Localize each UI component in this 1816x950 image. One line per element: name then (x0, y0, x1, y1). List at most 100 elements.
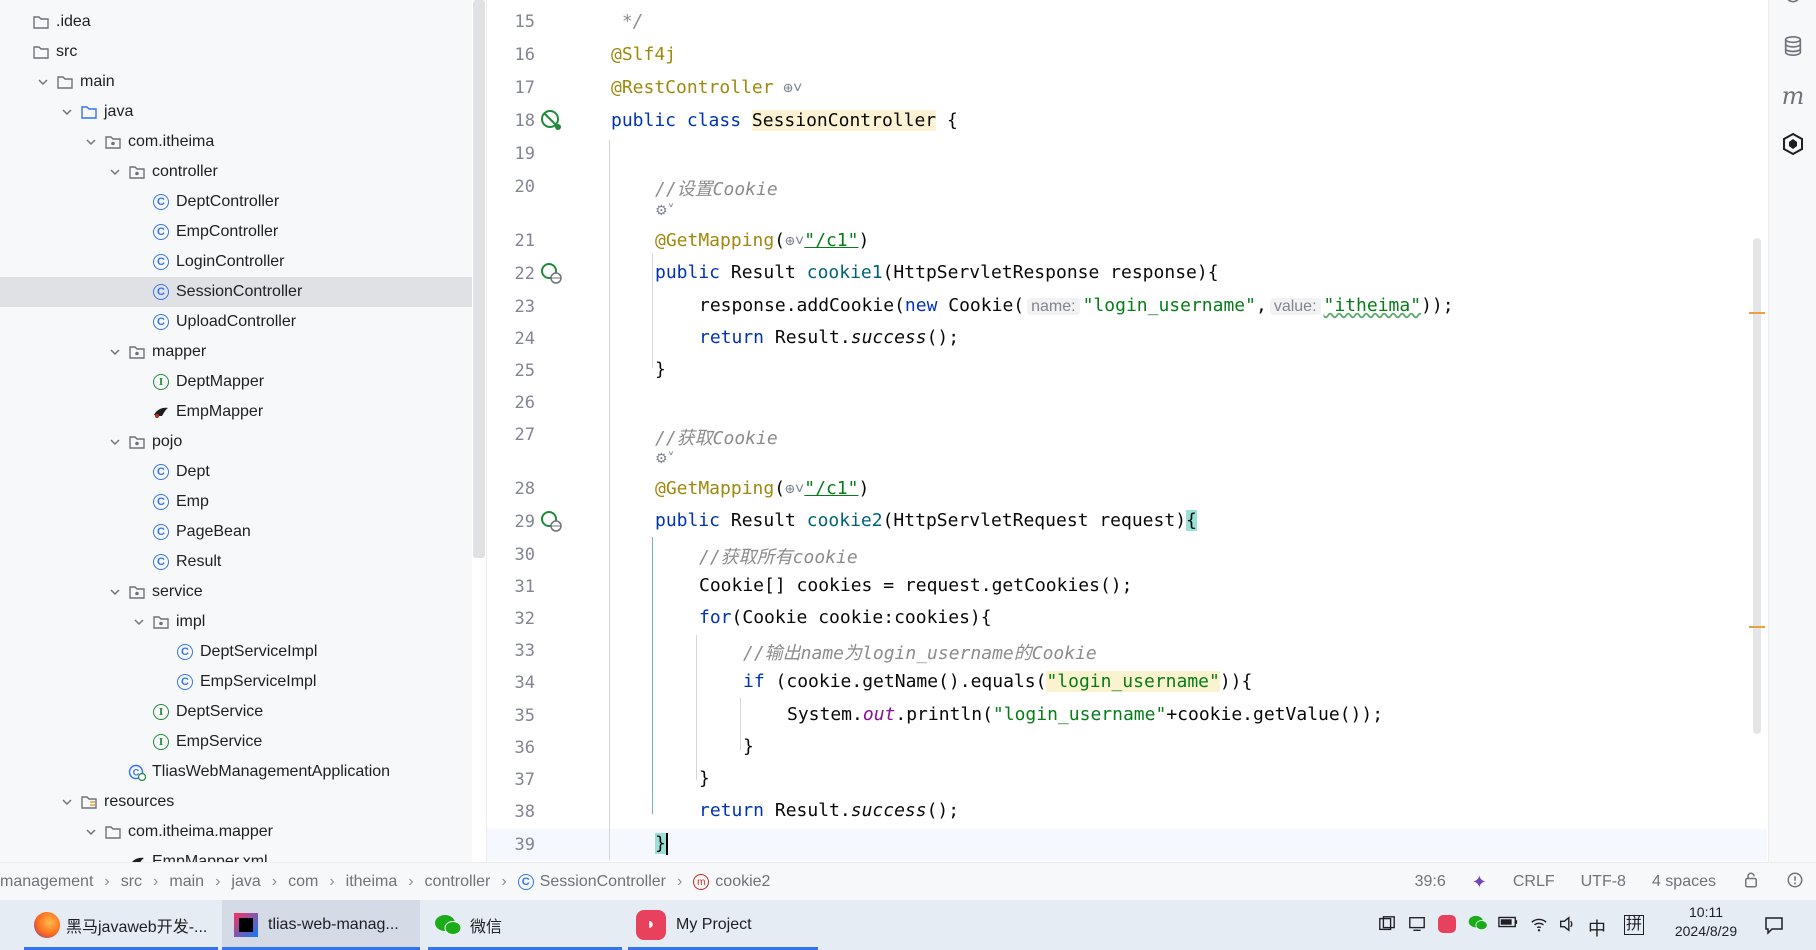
string-literal[interactable]: "/c1" (804, 230, 858, 251)
file-encoding[interactable]: UTF-8 (1581, 873, 1626, 891)
notification-center-icon[interactable] (1764, 915, 1784, 940)
chevron-down-icon[interactable] (84, 825, 98, 839)
volume-icon[interactable] (1558, 915, 1576, 938)
tree-item-pojo[interactable]: pojo (0, 427, 472, 457)
chevron-down-icon[interactable] (60, 795, 74, 809)
code-line: //输出name为login_username的Cookie (743, 643, 1097, 664)
tree-item-java[interactable]: java (0, 97, 472, 127)
tree-item-logincontroller[interactable]: C LoginController (0, 247, 472, 277)
wechat-tray-icon[interactable] (1468, 915, 1488, 936)
tree-item-mapper[interactable]: mapper (0, 337, 472, 367)
breadcrumb-item[interactable]: C SessionController (517, 873, 666, 891)
right-tool-window-bar: m (1768, 0, 1816, 862)
project-tree-scrollbar[interactable] (473, 0, 485, 558)
tree-item-deptservice[interactable]: I DeptService (0, 697, 472, 727)
tree-item--idea[interactable]: .idea (0, 7, 472, 37)
warning-marker[interactable] (1749, 312, 1765, 314)
tree-item-pagebean[interactable]: C PageBean (0, 517, 472, 547)
chevron-down-icon[interactable] (36, 75, 50, 89)
tree-item-empservice[interactable]: I EmpService (0, 727, 472, 757)
breadcrumb-item[interactable]: controller (425, 873, 491, 891)
warning-marker[interactable] (1749, 626, 1765, 628)
tree-item-deptserviceimpl[interactable]: C DeptServiceImpl (0, 637, 472, 667)
chevron-down-icon[interactable] (132, 615, 146, 629)
line-number: 21 (514, 231, 535, 251)
tree-item-uploadcontroller[interactable]: C UploadController (0, 307, 472, 337)
taskbar-app-intellij[interactable]: tlias-web-manag... (222, 900, 420, 950)
code-line: @GetMapping(⊕˅"/c1") (655, 230, 869, 251)
tree-item-main[interactable]: main (0, 67, 472, 97)
tree-item-label: EmpService (176, 733, 263, 750)
wifi-icon[interactable] (1530, 915, 1548, 938)
code-editor[interactable]: 15 */ 16 @Slf4j 17 @RestController ⊕˅ 18… (487, 0, 1767, 862)
tree-item-resources[interactable]: resources (0, 787, 472, 817)
endpoint-gutter-icon[interactable] (539, 261, 563, 285)
tree-item-dept[interactable]: C Dept (0, 457, 472, 487)
chevron-down-icon[interactable] (60, 105, 74, 119)
code-text: ( (774, 478, 786, 499)
tree-item-com-itheima[interactable]: com.itheima (0, 127, 472, 157)
taskbar-app-myproject[interactable]: ◗ My Project (628, 900, 818, 950)
battery-icon[interactable] (1498, 915, 1518, 934)
ime-mode-indicator[interactable]: 拼 (1624, 915, 1644, 935)
tree-item-tliaswebmanagementapplication[interactable]: C TliasWebManagementApplication (0, 757, 472, 787)
lock-icon[interactable] (1742, 871, 1760, 894)
clock[interactable]: 10:11 2024/8/29 (1664, 904, 1748, 939)
breadcrumb-item[interactable]: m cookie2 (693, 873, 770, 891)
taskbar-app-wechat[interactable]: 微信 (428, 900, 622, 950)
spring-bean-gutter-icon[interactable] (539, 108, 563, 132)
breadcrumb-item[interactable]: src (121, 873, 142, 891)
web-endpoint-icon[interactable]: ⊕˅ (774, 78, 802, 97)
ai-status-icon[interactable]: ✦ (1472, 872, 1487, 893)
chevron-down-icon[interactable] (108, 345, 122, 359)
tree-item-emp[interactable]: C Emp (0, 487, 472, 517)
ai-assistant-icon[interactable] (1781, 132, 1805, 156)
breadcrumb-item[interactable]: java (231, 873, 260, 891)
inspections-icon[interactable] (1786, 871, 1804, 894)
tree-item-label: Result (176, 553, 222, 570)
string-literal[interactable]: "/c1" (804, 478, 858, 499)
code-line: public Result cookie1(HttpServletRespons… (655, 262, 1219, 283)
tree-item-service[interactable]: service (0, 577, 472, 607)
database-icon[interactable] (1781, 34, 1805, 58)
ai-assistant-icon[interactable]: ⚙˅ (655, 203, 675, 219)
tree-item-deptcontroller[interactable]: C DeptController (0, 187, 472, 217)
breadcrumb-item[interactable]: management (0, 873, 93, 891)
web-endpoint-icon[interactable]: ⊕˅ (785, 479, 804, 498)
tray-app-icon[interactable] (1438, 915, 1456, 938)
tree-item-com-itheima-mapper[interactable]: com.itheima.mapper (0, 817, 472, 847)
tree-item-controller[interactable]: controller (0, 157, 472, 187)
tree-item-src[interactable]: src (0, 37, 472, 67)
tree-item-empmapper[interactable]: EmpMapper (0, 397, 472, 427)
tree-item-deptmapper[interactable]: I DeptMapper (0, 367, 472, 397)
notifications-icon[interactable] (1781, 0, 1805, 10)
chevron-down-icon[interactable] (108, 165, 122, 179)
tree-item-empserviceimpl[interactable]: C EmpServiceImpl (0, 667, 472, 697)
method-name: cookie1 (806, 262, 883, 283)
line-separator[interactable]: CRLF (1513, 873, 1555, 891)
breadcrumb-item[interactable]: com (288, 873, 318, 891)
clock-date: 2024/8/29 (1674, 923, 1738, 939)
web-endpoint-icon[interactable]: ⊕˅ (785, 231, 804, 250)
ai-assistant-icon[interactable]: ⚙˅ (655, 451, 675, 467)
tree-item-result[interactable]: C Result (0, 547, 472, 577)
tree-item-sessioncontroller[interactable]: C SessionController (0, 277, 472, 307)
indent-setting[interactable]: 4 spaces (1652, 873, 1716, 891)
tree-item-impl[interactable]: impl (0, 607, 472, 637)
chevron-down-icon[interactable] (108, 585, 122, 599)
chevron-down-icon[interactable] (108, 435, 122, 449)
tree-item-empmapper-xml[interactable]: EmpMapper.xml (0, 847, 472, 862)
taskbar-app-firefox[interactable]: 黑马javaweb开发-... (24, 900, 218, 950)
status-bar: management › src › main › java › com › itheima › con… (0, 862, 1816, 901)
caret-position[interactable]: 39:6 (1415, 873, 1446, 891)
breadcrumb-item[interactable]: main (169, 873, 204, 891)
chevron-down-icon[interactable] (84, 135, 98, 149)
maven-icon[interactable]: m (1781, 82, 1805, 110)
breadcrumb-item[interactable]: itheima (346, 873, 398, 891)
tree-item-empcontroller[interactable]: C EmpController (0, 217, 472, 247)
endpoint-gutter-icon[interactable] (539, 509, 563, 533)
ime-indicator[interactable]: 中 (1588, 915, 1606, 941)
indent-guide (652, 253, 653, 368)
task-view-icon[interactable] (1378, 915, 1396, 938)
display-icon[interactable] (1408, 915, 1426, 938)
